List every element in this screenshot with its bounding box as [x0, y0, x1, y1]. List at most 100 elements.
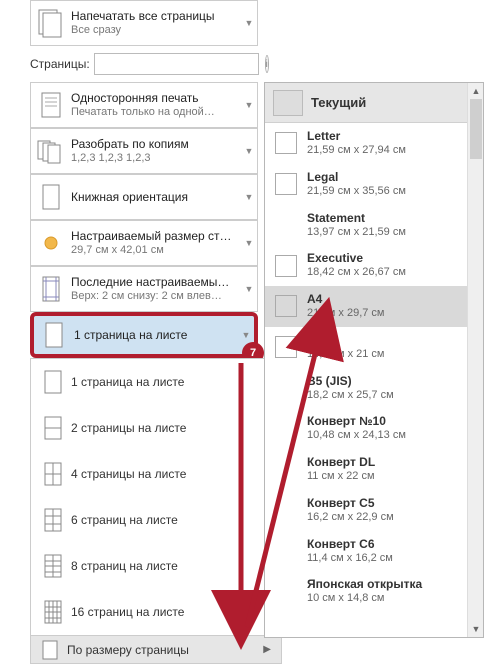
dropdown-label: 4 страницы на листе	[71, 467, 186, 481]
paper-size-item[interactable]: Японская открытка10 см x 14,8 см	[265, 571, 483, 612]
paper-dimensions: 14,8 см x 21 см	[307, 348, 385, 362]
paper-checkbox[interactable]	[275, 255, 297, 277]
orientation-option[interactable]: Книжная ориентация ▼	[30, 174, 258, 220]
paper-dimensions: 10,48 см x 24,13 см	[307, 429, 406, 443]
option-sub: Печатать только на одной…	[71, 106, 241, 119]
scroll-down-icon[interactable]: ▼	[468, 621, 484, 637]
paper-name: Конверт №10	[307, 414, 406, 429]
option-sub: 29,7 см x 42,01 см	[71, 244, 241, 257]
paper-name: Конверт C6	[307, 537, 393, 552]
dropdown-item-1[interactable]: 1 страница на листе	[31, 359, 281, 405]
eight-per-sheet-icon	[35, 543, 71, 589]
four-per-sheet-icon	[35, 451, 71, 497]
paper-name: Конверт C5	[307, 496, 394, 511]
paper-dimensions: 10 см x 14,8 см	[307, 592, 422, 606]
paper-dimensions: 21 см x 29,7 см	[307, 307, 385, 321]
one-sided-option[interactable]: Односторонняя печать Печатать только на …	[30, 82, 258, 128]
paper-checkbox[interactable]	[275, 295, 297, 317]
scroll-thumb[interactable]	[470, 99, 482, 159]
chevron-down-icon: ▼	[238, 330, 254, 340]
dropdown-item-2[interactable]: 2 страницы на листе	[31, 405, 281, 451]
paper-name: A4	[307, 292, 385, 307]
paper-dimensions: 11 см x 22 см	[307, 470, 375, 484]
paper-dimensions: 18,42 см x 26,67 см	[307, 266, 406, 280]
paper-size-item[interactable]: Конверт C516,2 см x 22,9 см	[265, 490, 483, 531]
paper-size-item[interactable]: Конверт DL11 см x 22 см	[265, 449, 483, 490]
print-all-pages-option[interactable]: Напечатать все страницы Все сразу ▼	[30, 0, 258, 46]
dropdown-label: 1 страница на листе	[71, 375, 184, 389]
chevron-down-icon: ▼	[241, 192, 257, 202]
paper-dimensions: 13,97 см x 21,59 см	[307, 226, 406, 240]
pages-input[interactable]	[94, 53, 259, 75]
dropdown-item-16[interactable]: 16 страниц на листе	[31, 589, 281, 635]
scrollbar[interactable]: ▲ ▼	[467, 83, 483, 637]
paper-name: Statement	[307, 211, 406, 226]
paper-current-label: Текущий	[311, 95, 366, 110]
paper-size-item[interactable]: Executive18,42 см x 26,67 см	[265, 245, 483, 286]
paper-checkbox[interactable]	[275, 173, 297, 195]
info-icon[interactable]: i	[265, 55, 269, 73]
paper-size-item[interactable]: Конверт №1010,48 см x 24,13 см	[265, 408, 483, 449]
paper-size-item[interactable]: Конверт C611,4 см x 16,2 см	[265, 531, 483, 572]
paper-size-item[interactable]: A421 см x 29,7 см	[265, 286, 483, 327]
six-per-sheet-icon	[35, 497, 71, 543]
option-title: Односторонняя печать	[71, 91, 241, 105]
paper-size-item[interactable]: Legal21,59 см x 35,56 см	[265, 164, 483, 205]
paper-name: B5 (JIS)	[307, 374, 394, 389]
chevron-down-icon: ▼	[241, 238, 257, 248]
option-title: Напечатать все страницы	[71, 9, 241, 23]
option-title: Последние настраиваемы…	[71, 275, 241, 289]
dropdown-label: 16 страниц на листе	[71, 605, 184, 619]
pages-icon	[31, 1, 71, 45]
paper-current-row[interactable]: Текущий	[265, 83, 483, 123]
one-per-sheet-icon	[35, 359, 71, 405]
collate-icon	[31, 129, 71, 173]
paper-name: Letter	[307, 129, 406, 144]
dropdown-label: 2 страницы на листе	[71, 421, 186, 435]
paper-size-item[interactable]: Letter21,59 см x 27,94 см	[265, 123, 483, 164]
custom-size-icon	[31, 221, 71, 265]
chevron-down-icon: ▼	[241, 100, 257, 110]
paper-checkbox[interactable]	[275, 336, 297, 358]
portrait-icon	[31, 175, 71, 219]
fit-to-page-item[interactable]: По размеру страницы ▶	[31, 635, 281, 663]
current-swatch	[273, 90, 303, 116]
chevron-down-icon: ▼	[241, 284, 257, 294]
paper-name: Legal	[307, 170, 406, 185]
paper-checkbox[interactable]	[275, 132, 297, 154]
chevron-down-icon: ▼	[241, 146, 257, 156]
dropdown-item-8[interactable]: 8 страниц на листе	[31, 543, 281, 589]
margins-icon	[31, 267, 71, 311]
paper-name: Японская открытка	[307, 577, 422, 592]
paper-name: Конверт DL	[307, 455, 375, 470]
paper-size-item[interactable]: A514,8 см x 21 см	[265, 327, 483, 368]
two-per-sheet-icon	[35, 405, 71, 451]
pages-row: Страницы: i	[30, 50, 258, 78]
paper-dimensions: 18,2 см x 25,7 см	[307, 389, 394, 403]
option-sub: Все сразу	[71, 24, 241, 37]
paper-dimensions: 21,59 см x 27,94 см	[307, 144, 406, 158]
one-per-sheet-icon	[34, 316, 74, 354]
option-title: Настраиваемый размер ст…	[71, 229, 241, 243]
fit-to-page-label: По размеру страницы	[67, 643, 189, 657]
sixteen-per-sheet-icon	[35, 589, 71, 635]
dropdown-item-4[interactable]: 4 страницы на листе	[31, 451, 281, 497]
custom-size-option[interactable]: Настраиваемый размер ст… 29,7 см x 42,01…	[30, 220, 258, 266]
chevron-down-icon: ▼	[241, 18, 257, 28]
paper-name: A5	[307, 333, 385, 348]
scroll-up-icon[interactable]: ▲	[468, 83, 484, 99]
pages-per-sheet-option[interactable]: 1 страница на листе ▼	[30, 312, 258, 358]
paper-size-item[interactable]: Statement13,97 см x 21,59 см	[265, 205, 483, 246]
dropdown-label: 6 страниц на листе	[71, 513, 178, 527]
paper-size-item[interactable]: B5 (JIS)18,2 см x 25,7 см	[265, 368, 483, 409]
option-title: Разобрать по копиям	[71, 137, 241, 151]
collate-option[interactable]: Разобрать по копиям 1,2,3 1,2,3 1,2,3 ▼	[30, 128, 258, 174]
pages-per-sheet-dropdown: 1 страница на листе 2 страницы на листе …	[30, 358, 282, 664]
paper-dimensions: 11,4 см x 16,2 см	[307, 552, 393, 566]
option-title: 1 страница на листе	[74, 328, 238, 342]
paper-size-panel: Текущий Letter21,59 см x 27,94 смLegal21…	[264, 82, 484, 638]
option-sub: Верх: 2 см снизу: 2 см влев…	[71, 290, 241, 303]
margins-option[interactable]: Последние настраиваемы… Верх: 2 см снизу…	[30, 266, 258, 312]
dropdown-item-6[interactable]: 6 страниц на листе	[31, 497, 281, 543]
paper-name: Executive	[307, 251, 406, 266]
